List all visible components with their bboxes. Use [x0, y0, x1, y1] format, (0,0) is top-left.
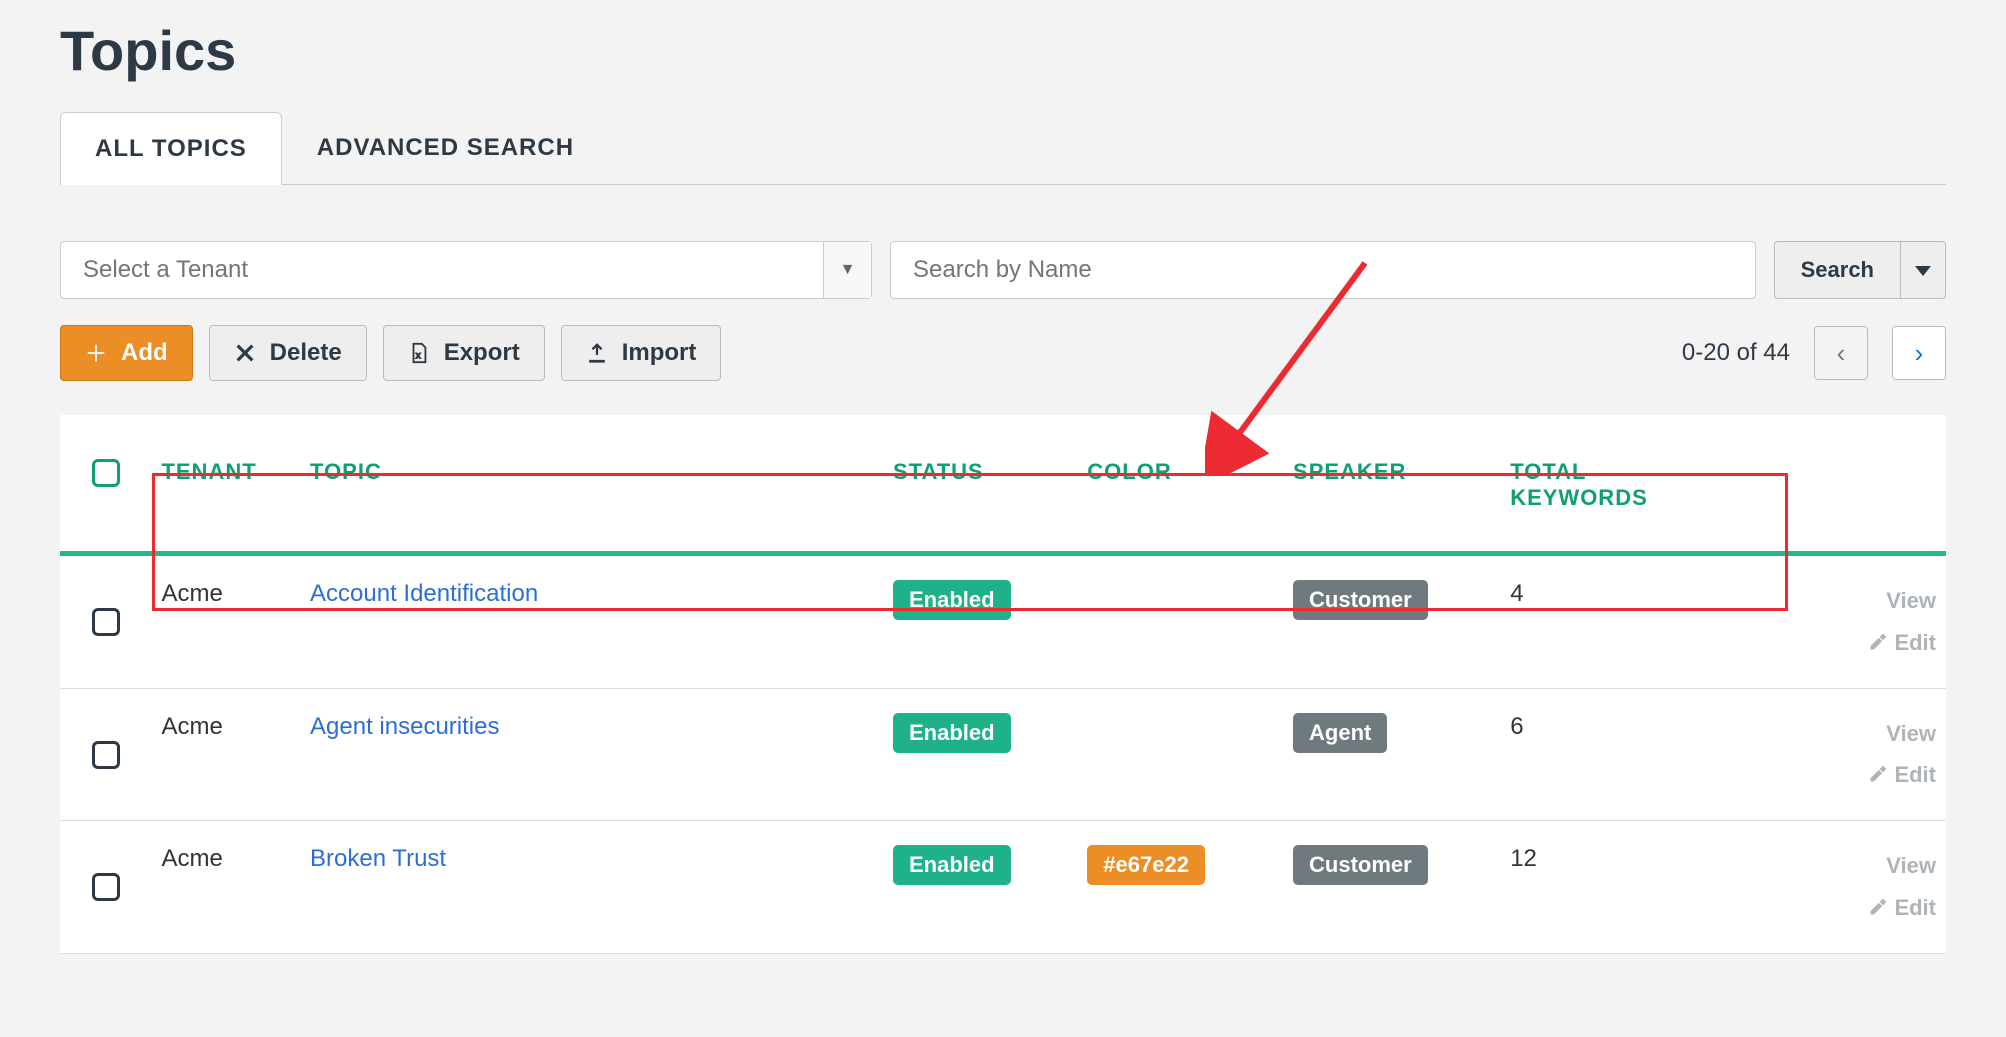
delete-button[interactable]: Delete: [209, 325, 367, 381]
tab-all-topics[interactable]: ALL TOPICS: [60, 112, 282, 185]
cell-tenant: Acme: [151, 821, 300, 954]
page-title: Topics: [60, 18, 1946, 83]
col-tenant[interactable]: TENANT: [151, 415, 300, 554]
pagination-text: 0-20 of 44: [1682, 339, 1790, 367]
edit-icon: [1868, 897, 1888, 917]
next-page-button[interactable]: ›: [1892, 326, 1946, 380]
color-badge: #e67e22: [1087, 845, 1205, 885]
col-status[interactable]: STATUS: [883, 415, 1077, 554]
import-button[interactable]: Import: [561, 325, 722, 381]
topic-link[interactable]: Account Identification: [310, 580, 538, 607]
caret-down-icon: [1915, 266, 1931, 276]
delete-button-label: Delete: [270, 339, 342, 367]
cell-tenant: Acme: [151, 688, 300, 821]
cell-total-keywords: 4: [1500, 554, 1786, 689]
col-color[interactable]: COLOR: [1077, 415, 1283, 554]
search-button[interactable]: Search: [1774, 241, 1900, 299]
chevron-left-icon: ‹: [1837, 338, 1846, 369]
topic-link[interactable]: Broken Trust: [310, 845, 446, 872]
edit-icon: [1868, 632, 1888, 652]
import-button-label: Import: [622, 339, 697, 367]
tenant-dropdown-button[interactable]: ▼: [823, 242, 871, 298]
select-all-checkbox[interactable]: [92, 459, 120, 487]
view-action[interactable]: View: [1796, 580, 1936, 622]
col-total-keywords-l1: TOTAL: [1510, 459, 1586, 484]
topic-link[interactable]: Agent insecurities: [310, 713, 499, 740]
edit-icon: [1868, 764, 1888, 784]
add-button-label: Add: [121, 339, 168, 367]
col-topic[interactable]: TOPIC: [300, 415, 883, 554]
speaker-badge: Agent: [1293, 713, 1387, 753]
tab-advanced-search[interactable]: ADVANCED SEARCH: [282, 111, 609, 184]
cell-tenant: Acme: [151, 554, 300, 689]
plus-icon: [85, 342, 107, 364]
table-row: Acme Agent insecurities Enabled Agent 6View E…: [60, 688, 1946, 821]
caret-down-icon: ▼: [840, 261, 856, 279]
edit-action[interactable]: Edit: [1796, 887, 1936, 929]
speaker-badge: Customer: [1293, 845, 1428, 885]
view-action[interactable]: View: [1796, 713, 1936, 755]
status-badge: Enabled: [893, 713, 1011, 753]
view-action[interactable]: View: [1796, 845, 1936, 887]
col-total-keywords-l2: KEYWORDS: [1510, 485, 1648, 510]
speaker-badge: Customer: [1293, 580, 1428, 620]
row-checkbox[interactable]: [92, 873, 120, 901]
edit-action[interactable]: Edit: [1796, 754, 1936, 796]
x-icon: [234, 342, 256, 364]
export-icon: x: [408, 342, 430, 364]
status-badge: Enabled: [893, 845, 1011, 885]
svg-text:x: x: [415, 351, 421, 362]
search-options-button[interactable]: [1900, 241, 1946, 299]
edit-label: Edit: [1894, 630, 1936, 655]
search-input[interactable]: [890, 241, 1756, 299]
add-button[interactable]: Add: [60, 325, 193, 381]
prev-page-button[interactable]: ‹: [1814, 326, 1868, 380]
chevron-right-icon: ›: [1915, 338, 1924, 369]
cell-total-keywords: 6: [1500, 688, 1786, 821]
row-checkbox[interactable]: [92, 608, 120, 636]
topics-table: TENANT TOPIC STATUS COLOR SPEAKER TOTAL …: [60, 415, 1946, 954]
import-icon: [586, 342, 608, 364]
table-row: Acme Broken Trust Enabled #e67e22 Customer 12…: [60, 821, 1946, 954]
tabs: ALL TOPICS ADVANCED SEARCH: [60, 111, 1946, 185]
edit-action[interactable]: Edit: [1796, 622, 1936, 664]
tenant-select-input[interactable]: [61, 242, 823, 298]
col-total-keywords[interactable]: TOTAL KEYWORDS: [1500, 415, 1786, 554]
tenant-select[interactable]: ▼: [60, 241, 872, 299]
edit-label: Edit: [1894, 762, 1936, 787]
col-actions: [1786, 415, 1946, 554]
table-row: Acme Account Identification Enabled Custome…: [60, 554, 1946, 689]
row-checkbox[interactable]: [92, 741, 120, 769]
col-speaker[interactable]: SPEAKER: [1283, 415, 1500, 554]
status-badge: Enabled: [893, 580, 1011, 620]
export-button[interactable]: x Export: [383, 325, 545, 381]
export-button-label: Export: [444, 339, 520, 367]
cell-total-keywords: 12: [1500, 821, 1786, 954]
edit-label: Edit: [1894, 895, 1936, 920]
